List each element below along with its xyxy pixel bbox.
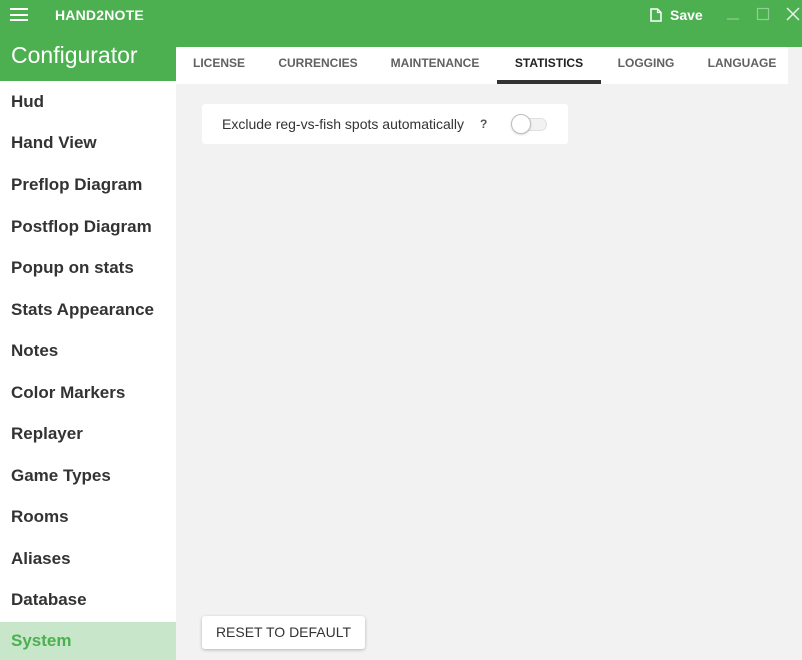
hamburger-menu-icon[interactable]	[10, 8, 28, 21]
sidebar-item-color-markers[interactable]: Color Markers	[0, 374, 176, 412]
sidebar-item-notes[interactable]: Notes	[0, 332, 176, 370]
sidebar-item-rooms[interactable]: Rooms	[0, 498, 176, 536]
sidebar-item-postflop-diagram[interactable]: Postflop Diagram	[0, 208, 176, 246]
document-icon	[650, 8, 662, 22]
sidebar-item-aliases[interactable]: Aliases	[0, 540, 176, 578]
setting-card-exclude-reg-vs-fish: Exclude reg-vs-fish spots automatically …	[202, 104, 568, 144]
sidebar-item-hud[interactable]: Hud	[0, 83, 176, 121]
maximize-icon[interactable]	[755, 6, 771, 22]
tab-license[interactable]: LICENSE	[178, 47, 260, 84]
save-button-label: Save	[670, 7, 703, 23]
tab-maintenance[interactable]: MAINTENANCE	[384, 47, 486, 84]
tab-currencies[interactable]: CURRENCIES	[272, 47, 364, 84]
sidebar-item-popup-on-stats[interactable]: Popup on stats	[0, 249, 176, 287]
sidebar-item-hand-view[interactable]: Hand View	[0, 124, 176, 162]
app-name: HAND2NOTE	[55, 7, 144, 23]
sidebar-item-preflop-diagram[interactable]: Preflop Diagram	[0, 166, 176, 204]
minimize-icon[interactable]	[725, 6, 741, 22]
sidebar: Hud Hand View Preflop Diagram Postflop D…	[0, 81, 176, 660]
save-button[interactable]: Save	[650, 6, 703, 24]
sidebar-item-replayer[interactable]: Replayer	[0, 415, 176, 453]
setting-label: Exclude reg-vs-fish spots automatically	[222, 116, 464, 132]
header-strip	[176, 29, 802, 47]
content-panel	[176, 84, 802, 660]
tab-logging[interactable]: LOGGING	[612, 47, 680, 84]
tab-language[interactable]: LANGUAGE	[704, 47, 780, 84]
sidebar-item-stats-appearance[interactable]: Stats Appearance	[0, 291, 176, 329]
page-title: Configurator	[11, 42, 138, 68]
sidebar-item-system[interactable]: System	[0, 622, 176, 660]
exclude-reg-vs-fish-toggle[interactable]	[511, 114, 549, 134]
toggle-knob	[511, 114, 531, 134]
reset-to-default-button[interactable]: RESET TO DEFAULT	[202, 616, 365, 649]
title-bar: HAND2NOTE Save	[0, 0, 802, 29]
tab-statistics[interactable]: STATISTICS	[497, 47, 601, 84]
header-area: Configurator	[0, 29, 176, 81]
sidebar-item-database[interactable]: Database	[0, 581, 176, 619]
tab-bar: LICENSE CURRENCIES MAINTENANCE STATISTIC…	[176, 47, 788, 84]
sidebar-item-game-types[interactable]: Game Types	[0, 457, 176, 495]
close-icon[interactable]	[785, 6, 801, 22]
help-icon[interactable]: ?	[480, 117, 487, 131]
